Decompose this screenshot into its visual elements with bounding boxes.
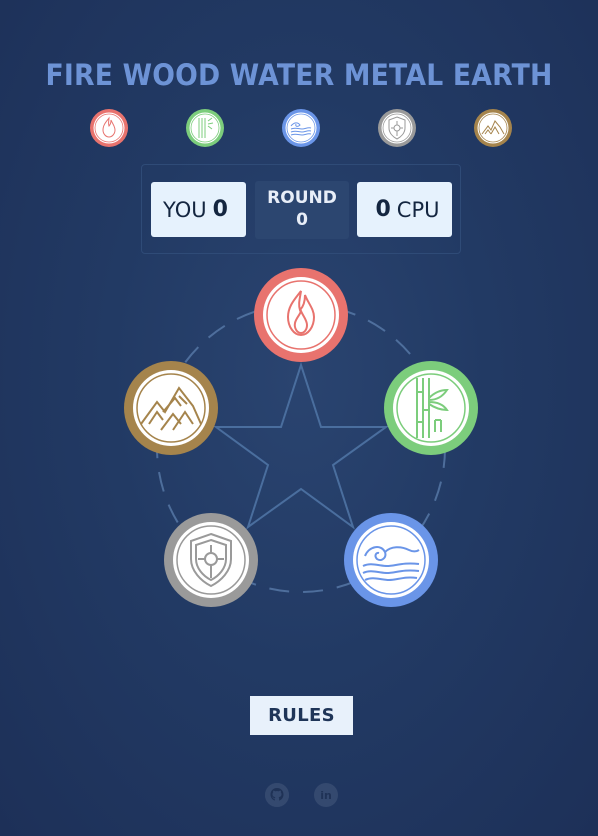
bamboo-icon: [384, 361, 478, 455]
shield-icon: [164, 513, 258, 607]
player-score-card: YOU 0: [151, 182, 246, 237]
mini-water-icon: [280, 107, 322, 149]
player-label: YOU: [163, 197, 207, 222]
cpu-score: 0: [375, 197, 391, 222]
mini-earth-icon: [472, 107, 514, 149]
round-value: 0: [296, 210, 308, 230]
metal-element-button[interactable]: [163, 512, 259, 608]
rules-button[interactable]: RULES: [250, 696, 353, 735]
page-title: FIRE WOOD WATER METAL EARTH: [45, 58, 553, 92]
scoreboard: YOU 0 ROUND 0 0 CPU: [141, 164, 461, 254]
cpu-score-card: 0 CPU: [357, 182, 452, 237]
element-legend: [0, 107, 598, 149]
wood-element-button[interactable]: [383, 360, 479, 456]
earth-element-button[interactable]: [123, 360, 219, 456]
linkedin-label: in: [320, 788, 332, 802]
mini-wood-icon: [184, 107, 226, 149]
round-card: ROUND 0: [255, 181, 349, 239]
fire-element-button[interactable]: [253, 267, 349, 363]
linkedin-icon[interactable]: in: [314, 783, 338, 807]
cpu-label: CPU: [396, 197, 440, 222]
waves-icon: [344, 513, 438, 607]
round-label: ROUND: [267, 188, 337, 208]
mini-fire-icon: [88, 107, 130, 149]
player-score: 0: [212, 197, 228, 222]
mini-metal-icon: [376, 107, 418, 149]
water-element-button[interactable]: [343, 512, 439, 608]
mountains-icon: [124, 361, 218, 455]
flame-icon: [254, 268, 348, 362]
github-icon[interactable]: [265, 783, 289, 807]
control-star: [212, 361, 390, 530]
